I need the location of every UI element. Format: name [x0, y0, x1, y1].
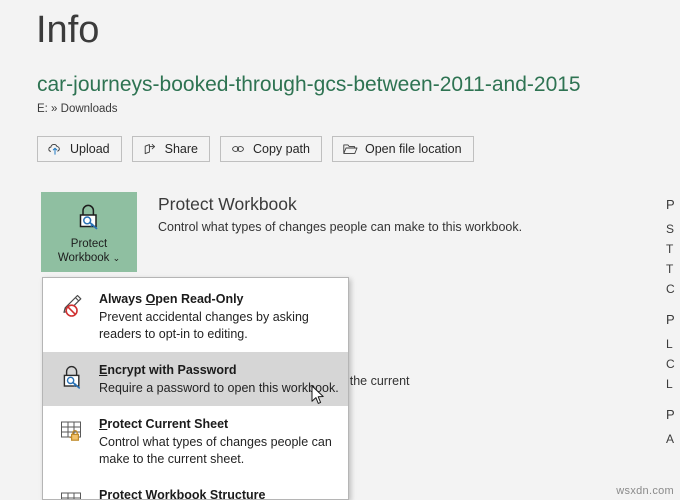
protect-workbook-button-label: Protect Workbook ⌄	[58, 237, 120, 265]
file-actions-toolbar: Upload Share Copy path Open file	[37, 136, 474, 162]
menu-item-title: Protect Current Sheet	[99, 417, 228, 431]
menu-item-title: Encrypt with Password	[99, 363, 237, 377]
properties-heading-3: P	[666, 406, 680, 423]
property-row: T	[666, 259, 680, 279]
link-icon	[230, 141, 246, 157]
menu-item-body: Encrypt with Password Require a password…	[99, 361, 340, 397]
protect-workbook-menu: Always Open Read-Only Prevent accidental…	[42, 277, 349, 500]
page-title: Info	[36, 4, 99, 56]
property-row: A	[666, 429, 680, 449]
property-row: L	[666, 374, 680, 394]
menu-item-body: Protect Workbook Structure Prevent unwan…	[99, 486, 340, 500]
upload-button-label: Upload	[70, 142, 110, 156]
chevron-down-icon: ⌄	[113, 253, 121, 263]
copy-path-button[interactable]: Copy path	[220, 136, 322, 162]
lock-key-icon	[57, 361, 87, 392]
menu-item-protect-current-sheet[interactable]: Protect Current Sheet Control what types…	[43, 406, 348, 477]
properties-heading: P	[666, 196, 680, 213]
property-row: C	[666, 279, 680, 299]
share-button-label: Share	[165, 142, 198, 156]
menu-item-description: Prevent accidental changes by asking rea…	[99, 309, 340, 343]
protect-tile-line2: Workbook	[58, 252, 110, 264]
properties-spacer-2	[666, 394, 680, 406]
menu-item-description: Require a password to open this workbook…	[99, 380, 340, 397]
property-row: T	[666, 239, 680, 259]
properties-spacer	[666, 299, 680, 311]
properties-heading-2: P	[666, 311, 680, 328]
menu-item-title: Protect Workbook Structure	[99, 488, 265, 500]
menu-item-description: Control what types of changes people can…	[99, 434, 340, 468]
menu-item-title: Always Open Read-Only	[99, 292, 244, 306]
property-row: L	[666, 334, 680, 354]
protect-tile-line1: Protect	[71, 238, 107, 250]
folder-open-icon	[342, 141, 358, 157]
protect-workbook-heading: Protect Workbook	[158, 193, 297, 216]
menu-item-always-open-read-only[interactable]: Always Open Read-Only Prevent accidental…	[43, 281, 348, 352]
open-file-location-button-label: Open file location	[365, 142, 462, 156]
watermark: wsxdn.com	[616, 485, 674, 497]
share-icon	[142, 141, 158, 157]
property-row: S	[666, 219, 680, 239]
cloud-upload-icon	[47, 141, 63, 157]
menu-item-body: Protect Current Sheet Control what types…	[99, 415, 340, 468]
lock-key-icon	[72, 201, 106, 233]
property-row: C	[666, 354, 680, 374]
properties-panel: P S T T C P L C L P A	[666, 196, 680, 449]
file-path-breadcrumb: E: » Downloads	[37, 102, 118, 117]
menu-item-body: Always Open Read-Only Prevent accidental…	[99, 290, 340, 343]
pencil-blocked-icon	[57, 290, 87, 321]
upload-button[interactable]: Upload	[37, 136, 122, 162]
sheet-lock-icon	[57, 415, 87, 446]
share-button[interactable]: Share	[132, 136, 210, 162]
open-file-location-button[interactable]: Open file location	[332, 136, 474, 162]
protect-workbook-button[interactable]: Protect Workbook ⌄	[41, 192, 137, 272]
file-name: car-journeys-booked-through-gcs-between-…	[37, 72, 581, 98]
menu-item-protect-workbook-structure[interactable]: Protect Workbook Structure Prevent unwan…	[43, 477, 348, 500]
protect-workbook-description: Control what types of changes people can…	[158, 219, 522, 236]
workbook-lock-icon	[57, 486, 87, 500]
copy-path-button-label: Copy path	[253, 142, 310, 156]
menu-item-encrypt-with-password[interactable]: Encrypt with Password Require a password…	[43, 352, 348, 406]
